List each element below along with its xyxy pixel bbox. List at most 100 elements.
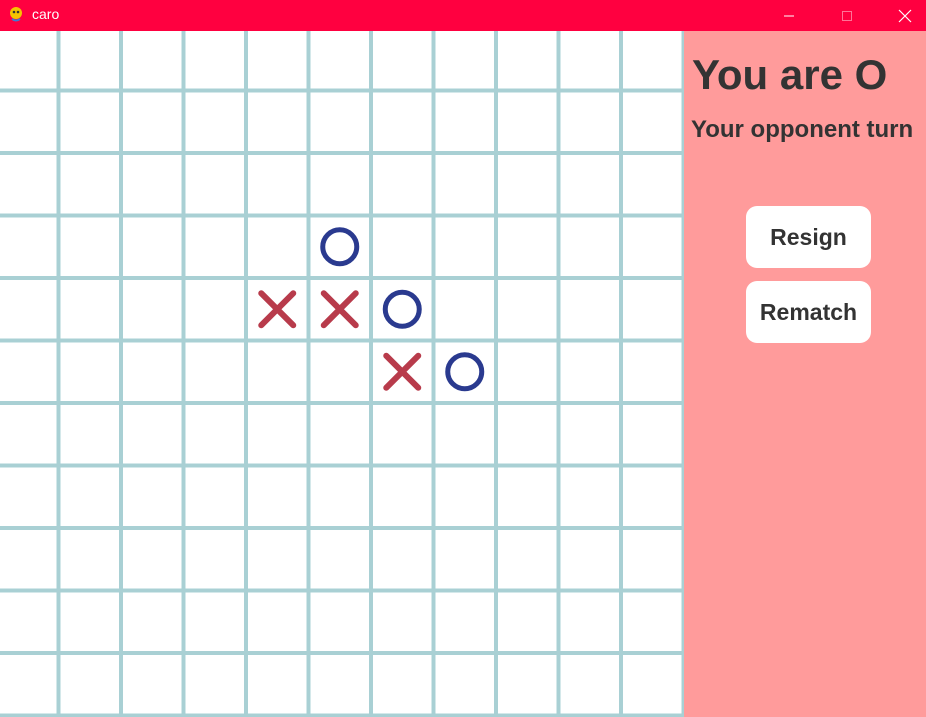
board-cell[interactable]: [371, 528, 434, 591]
board-cell[interactable]: [496, 403, 559, 466]
board-cell[interactable]: [184, 466, 247, 529]
board-cell[interactable]: [121, 31, 184, 91]
board-cell[interactable]: [0, 403, 59, 466]
board-cell[interactable]: [371, 403, 434, 466]
board-cell[interactable]: [621, 653, 684, 716]
board-cell[interactable]: [121, 153, 184, 216]
board-cell[interactable]: [621, 591, 684, 654]
board-cell[interactable]: [59, 153, 122, 216]
board-cell[interactable]: [496, 591, 559, 654]
board-cell[interactable]: [559, 591, 622, 654]
board-cell[interactable]: [434, 528, 497, 591]
board-cell[interactable]: [246, 528, 309, 591]
board-cell[interactable]: [59, 528, 122, 591]
resign-button[interactable]: Resign: [746, 206, 871, 268]
board-cell[interactable]: [434, 403, 497, 466]
board-cell[interactable]: [121, 216, 184, 279]
board-cell[interactable]: [559, 216, 622, 279]
minimize-button[interactable]: [760, 0, 818, 31]
board-cell[interactable]: [59, 466, 122, 529]
board-cell[interactable]: [0, 91, 59, 154]
board-cell[interactable]: [434, 91, 497, 154]
close-button[interactable]: [876, 0, 926, 31]
board-cell[interactable]: [559, 91, 622, 154]
board-cell[interactable]: [559, 403, 622, 466]
board-cell[interactable]: [434, 466, 497, 529]
board-cell[interactable]: [246, 653, 309, 716]
board-cell[interactable]: [371, 216, 434, 279]
board-cell[interactable]: [121, 403, 184, 466]
board-cell[interactable]: [309, 591, 372, 654]
board-cell[interactable]: [559, 278, 622, 341]
board-cell[interactable]: [0, 591, 59, 654]
game-board[interactable]: [0, 31, 684, 717]
title-bar[interactable]: caro: [0, 0, 926, 31]
board-cell[interactable]: [0, 653, 59, 716]
board-cell[interactable]: [371, 153, 434, 216]
board-cell[interactable]: [59, 216, 122, 279]
board-cell[interactable]: [496, 528, 559, 591]
board-cell[interactable]: [184, 278, 247, 341]
board-cell[interactable]: [371, 466, 434, 529]
board-cell[interactable]: [246, 341, 309, 404]
board-cell[interactable]: [184, 591, 247, 654]
board-cell[interactable]: [559, 341, 622, 404]
board-cell[interactable]: [184, 216, 247, 279]
board-cell[interactable]: [621, 91, 684, 154]
board-cell[interactable]: [121, 528, 184, 591]
board-cell[interactable]: [184, 403, 247, 466]
board-cell[interactable]: [0, 528, 59, 591]
board-cell[interactable]: [0, 31, 59, 91]
board-cell[interactable]: [184, 528, 247, 591]
board-cell[interactable]: [371, 591, 434, 654]
board-cell[interactable]: [59, 278, 122, 341]
board-cell[interactable]: [621, 403, 684, 466]
board-cell[interactable]: [121, 653, 184, 716]
board-cell[interactable]: [496, 91, 559, 154]
board-cell[interactable]: [246, 591, 309, 654]
board-cell[interactable]: [496, 653, 559, 716]
board-cell[interactable]: [309, 528, 372, 591]
board-cell[interactable]: [59, 341, 122, 404]
rematch-button[interactable]: Rematch: [746, 281, 871, 343]
board-cell[interactable]: [121, 278, 184, 341]
board-cell[interactable]: [59, 653, 122, 716]
board-cell[interactable]: [0, 278, 59, 341]
board-cell[interactable]: [434, 278, 497, 341]
board-cell[interactable]: [621, 466, 684, 529]
board-cell[interactable]: [246, 216, 309, 279]
board-cell[interactable]: [496, 341, 559, 404]
board-cell[interactable]: [434, 653, 497, 716]
board-cell[interactable]: [184, 31, 247, 91]
board-cell[interactable]: [59, 591, 122, 654]
board-cell[interactable]: [121, 466, 184, 529]
board-cell[interactable]: [559, 653, 622, 716]
board-cell[interactable]: [184, 91, 247, 154]
board-cell[interactable]: [621, 528, 684, 591]
board-cell[interactable]: [309, 31, 372, 91]
board-cell[interactable]: [246, 466, 309, 529]
board-cell[interactable]: [121, 91, 184, 154]
board-cell[interactable]: [309, 91, 372, 154]
board-cell[interactable]: [621, 341, 684, 404]
board-cell[interactable]: [0, 153, 59, 216]
board-cell[interactable]: [309, 216, 372, 279]
board-cell[interactable]: [371, 31, 434, 91]
board-cell[interactable]: [371, 91, 434, 154]
board-cell[interactable]: [59, 31, 122, 91]
board-cell[interactable]: [0, 216, 59, 279]
board-cell[interactable]: [309, 653, 372, 716]
board-cell[interactable]: [621, 216, 684, 279]
board-cell[interactable]: [121, 341, 184, 404]
board-cell[interactable]: [621, 31, 684, 91]
board-cell[interactable]: [496, 153, 559, 216]
board-cell[interactable]: [621, 278, 684, 341]
board-cell[interactable]: [496, 466, 559, 529]
board-cell[interactable]: [559, 153, 622, 216]
board-cell[interactable]: [434, 341, 497, 404]
board-cell[interactable]: [246, 403, 309, 466]
board-cell[interactable]: [496, 216, 559, 279]
board-cell[interactable]: [434, 31, 497, 91]
board-cell[interactable]: [59, 91, 122, 154]
board-cell[interactable]: [559, 528, 622, 591]
